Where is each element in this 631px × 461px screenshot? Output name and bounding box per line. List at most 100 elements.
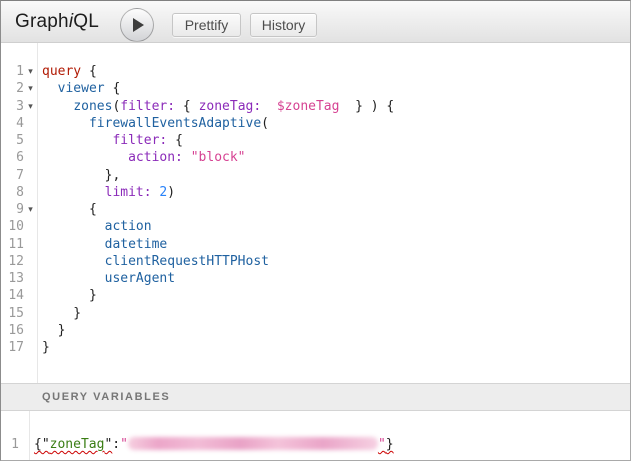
code-token: { — [175, 99, 198, 114]
code-line[interactable]: { — [42, 201, 394, 218]
line-number: 11 — [1, 236, 24, 253]
code-line[interactable]: }, — [42, 167, 394, 184]
code-line[interactable]: action: "block" — [42, 149, 394, 166]
code-token — [42, 237, 105, 252]
fold-gutter-spacer — [24, 218, 37, 235]
fold-arrow-icon[interactable]: ▾ — [24, 80, 37, 97]
variables-editor[interactable]: 1 {"zoneTag":""} — [1, 411, 630, 460]
line-number: 14 — [1, 287, 24, 304]
logo-text-graph: Graph — [15, 11, 69, 32]
code-token: userAgent — [105, 271, 175, 286]
code-token: viewer — [58, 81, 105, 96]
line-number: 10 — [1, 218, 24, 235]
line-number: 2 — [1, 80, 24, 97]
code-line[interactable]: clientRequestHTTPHost — [42, 253, 394, 270]
fold-gutter-spacer — [19, 436, 29, 453]
code-token: query — [42, 64, 81, 79]
code-token: } — [42, 323, 65, 338]
code-token: firewallEventsAdaptive — [89, 116, 261, 131]
code-token: datetime — [105, 237, 168, 252]
fold-gutter-spacer — [24, 270, 37, 287]
graphiql-logo: GraphiQL — [15, 11, 99, 33]
code-token — [42, 133, 112, 148]
code-token — [42, 254, 105, 269]
line-number: 6 — [1, 149, 24, 166]
code-token — [183, 150, 191, 165]
code-line[interactable]: datetime — [42, 236, 394, 253]
variables-header[interactable]: QUERY VARIABLES — [1, 383, 630, 411]
code-line[interactable]: zones(filter: { zoneTag: $zoneTag } ) { — [42, 98, 394, 115]
code-token — [42, 116, 89, 131]
code-token: {" — [34, 437, 50, 452]
line-number: 9 — [1, 201, 24, 218]
code-line[interactable]: } — [42, 287, 394, 304]
play-icon — [133, 18, 144, 32]
fold-arrow-icon[interactable]: ▾ — [24, 63, 37, 80]
execute-button[interactable] — [120, 8, 154, 42]
variables-code[interactable]: {"zoneTag":""} — [34, 411, 394, 453]
code-token: clientRequestHTTPHost — [105, 254, 269, 269]
code-token — [42, 219, 105, 234]
line-number: 15 — [1, 305, 24, 322]
code-token: } — [42, 340, 50, 355]
fold-gutter-spacer — [24, 305, 37, 322]
code-token: { — [167, 133, 183, 148]
prettify-button[interactable]: Prettify — [172, 13, 241, 37]
code-line[interactable]: firewallEventsAdaptive( — [42, 115, 394, 132]
code-token: action: — [128, 150, 183, 165]
code-line[interactable]: limit: 2) — [42, 184, 394, 201]
fold-gutter-spacer — [24, 322, 37, 339]
code-line[interactable]: } — [42, 339, 394, 356]
fold-gutter-spacer — [24, 184, 37, 201]
code-token: ) — [167, 185, 175, 200]
code-token: " — [120, 437, 128, 452]
line-number: 3 — [1, 98, 24, 115]
query-code[interactable]: query { viewer { zones(filter: { zoneTag… — [42, 43, 394, 356]
query-editor[interactable]: 1▾2▾3▾456789▾1011121314151617 query { vi… — [1, 43, 630, 383]
code-token: { — [81, 64, 97, 79]
toolbar: GraphiQL Prettify History — [1, 1, 630, 43]
code-token: } — [42, 288, 97, 303]
graphiql-window: GraphiQL Prettify History 1▾2▾3▾456789▾1… — [0, 0, 631, 461]
fold-gutter-spacer — [24, 287, 37, 304]
code-token — [261, 99, 277, 114]
code-token: zoneTag: — [199, 99, 262, 114]
variables-title: QUERY VARIABLES — [42, 391, 170, 403]
history-button[interactable]: History — [250, 13, 317, 37]
code-token: limit: — [105, 185, 152, 200]
line-number: 1 — [1, 436, 19, 453]
line-number: 7 — [1, 167, 24, 184]
code-line[interactable]: query { — [42, 63, 394, 80]
line-number: 12 — [1, 253, 24, 270]
fold-gutter-spacer — [24, 115, 37, 132]
line-number: 1 — [1, 63, 24, 80]
code-token: ( — [261, 116, 269, 131]
fold-gutter-spacer — [24, 167, 37, 184]
code-line[interactable]: userAgent — [42, 270, 394, 287]
fold-gutter-spacer — [24, 339, 37, 356]
code-token — [42, 185, 105, 200]
code-token: zones — [73, 99, 112, 114]
redacted-zone-id — [128, 437, 378, 450]
code-token: { — [105, 81, 121, 96]
code-line[interactable]: viewer { — [42, 80, 394, 97]
fold-gutter-spacer — [24, 253, 37, 270]
code-line[interactable]: } — [42, 305, 394, 322]
line-number: 8 — [1, 184, 24, 201]
fold-gutter-spacer — [24, 132, 37, 149]
line-number: 5 — [1, 132, 24, 149]
code-token: $zoneTag — [277, 99, 340, 114]
code-token: filter: — [112, 133, 167, 148]
logo-text-ql: QL — [73, 11, 99, 32]
fold-arrow-icon[interactable]: ▾ — [24, 98, 37, 115]
code-line[interactable]: filter: { — [42, 132, 394, 149]
code-token: zoneTag — [50, 437, 105, 452]
code-line[interactable]: action — [42, 218, 394, 235]
variables-gutter: 1 — [1, 411, 30, 460]
code-token — [42, 271, 105, 286]
code-token — [42, 81, 58, 96]
code-line[interactable]: } — [42, 322, 394, 339]
fold-arrow-icon[interactable]: ▾ — [24, 201, 37, 218]
code-line[interactable]: {"zoneTag":""} — [34, 436, 394, 453]
line-number: 4 — [1, 115, 24, 132]
